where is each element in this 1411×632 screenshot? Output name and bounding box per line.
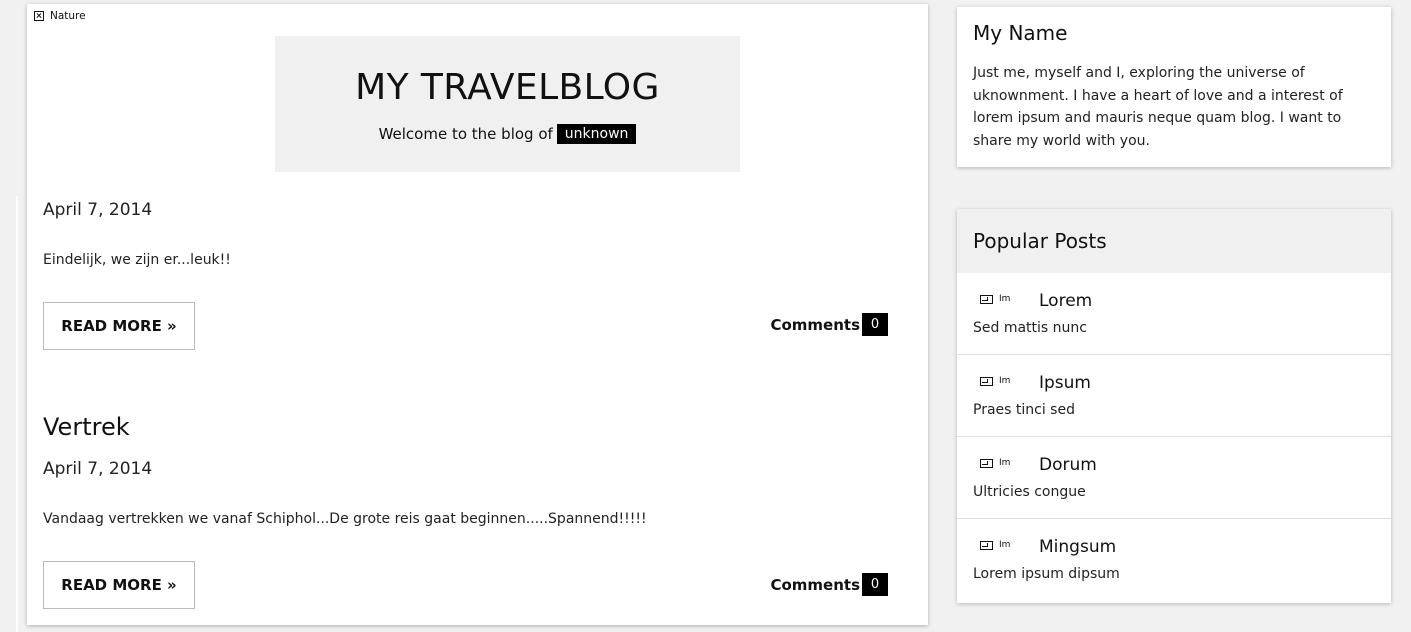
popular-post-title[interactable]: Lorem [1039, 291, 1092, 311]
popular-post-title[interactable]: Mingsum [1039, 537, 1116, 557]
thumbnail-alt-text: Im [999, 540, 1011, 550]
comments-label: Comments [770, 315, 860, 334]
about-text: Just me, myself and I, exploring the uni… [973, 65, 1343, 149]
popular-post-item[interactable]: Im Dorum Ultricies congue [957, 437, 1391, 519]
popular-post-subtitle: Ultricies congue [973, 484, 1086, 500]
post-date: April 7, 2014 [43, 459, 153, 479]
post-title[interactable]: Vertrek [43, 413, 130, 441]
comments-count: 0 [862, 573, 888, 596]
popular-post-item[interactable]: Im Lorem Sed mattis nunc [957, 273, 1391, 355]
popular-post-thumbnail: Im [980, 540, 1010, 550]
broken-image-icon [980, 458, 993, 468]
popular-post-title[interactable]: Ipsum [1039, 373, 1091, 393]
broken-image-icon [980, 540, 993, 550]
header-image: Nature [34, 10, 86, 22]
popular-post-thumbnail: Im [980, 458, 1010, 468]
thumbnail-alt-text: Im [999, 458, 1011, 468]
popular-post-title[interactable]: Dorum [1039, 455, 1097, 475]
owner-badge: unknown [556, 124, 637, 144]
thumbnail-alt-text: Im [999, 294, 1011, 304]
comments-link[interactable]: Comments 0 [770, 313, 888, 336]
post-date: April 7, 2014 [43, 200, 153, 220]
post-2: Vertrek April 7, 2014 Vandaag vertrekken… [43, 413, 888, 613]
popular-post-subtitle: Lorem ipsum dipsum [973, 566, 1120, 582]
page-edge-strip [16, 196, 18, 632]
blog-header: MY TRAVELBLOG Welcome to the blog of unk… [275, 36, 740, 172]
popular-posts-widget: Popular Posts Im Lorem Sed mattis nunc I… [957, 209, 1391, 603]
welcome-line: Welcome to the blog of unknown [275, 124, 740, 144]
post-excerpt: Eindelijk, we zijn er...leuk!! [43, 252, 231, 268]
popular-post-thumbnail: Im [980, 294, 1010, 304]
post-excerpt: Vandaag vertrekken we vanaf Schiphol...D… [43, 511, 647, 527]
about-title: My Name [973, 21, 1068, 45]
comments-link[interactable]: Comments 0 [770, 573, 888, 596]
popular-post-item[interactable]: Im Mingsum Lorem ipsum dipsum [957, 519, 1391, 601]
post-1: April 7, 2014 Eindelijk, we zijn er...le… [43, 200, 888, 360]
broken-image-icon [34, 11, 44, 21]
thumbnail-alt-text: Im [999, 376, 1011, 386]
comments-label: Comments [770, 575, 860, 594]
read-more-button[interactable]: READ MORE » [43, 302, 195, 350]
popular-posts-title: Popular Posts [957, 209, 1391, 273]
broken-image-icon [980, 376, 993, 386]
welcome-text: Welcome to the blog of [378, 125, 553, 143]
popular-post-subtitle: Sed mattis nunc [973, 320, 1087, 336]
about-widget: My Name Just me, myself and I, exploring… [957, 7, 1391, 167]
popular-post-thumbnail: Im [980, 376, 1010, 386]
popular-post-item[interactable]: Im Ipsum Praes tinci sed [957, 355, 1391, 437]
comments-count: 0 [862, 313, 888, 336]
popular-post-subtitle: Praes tinci sed [973, 402, 1075, 418]
header-image-alt-text: Nature [50, 10, 86, 22]
blog-title: MY TRAVELBLOG [355, 67, 660, 108]
read-more-button[interactable]: READ MORE » [43, 561, 195, 609]
broken-image-icon [980, 294, 993, 304]
